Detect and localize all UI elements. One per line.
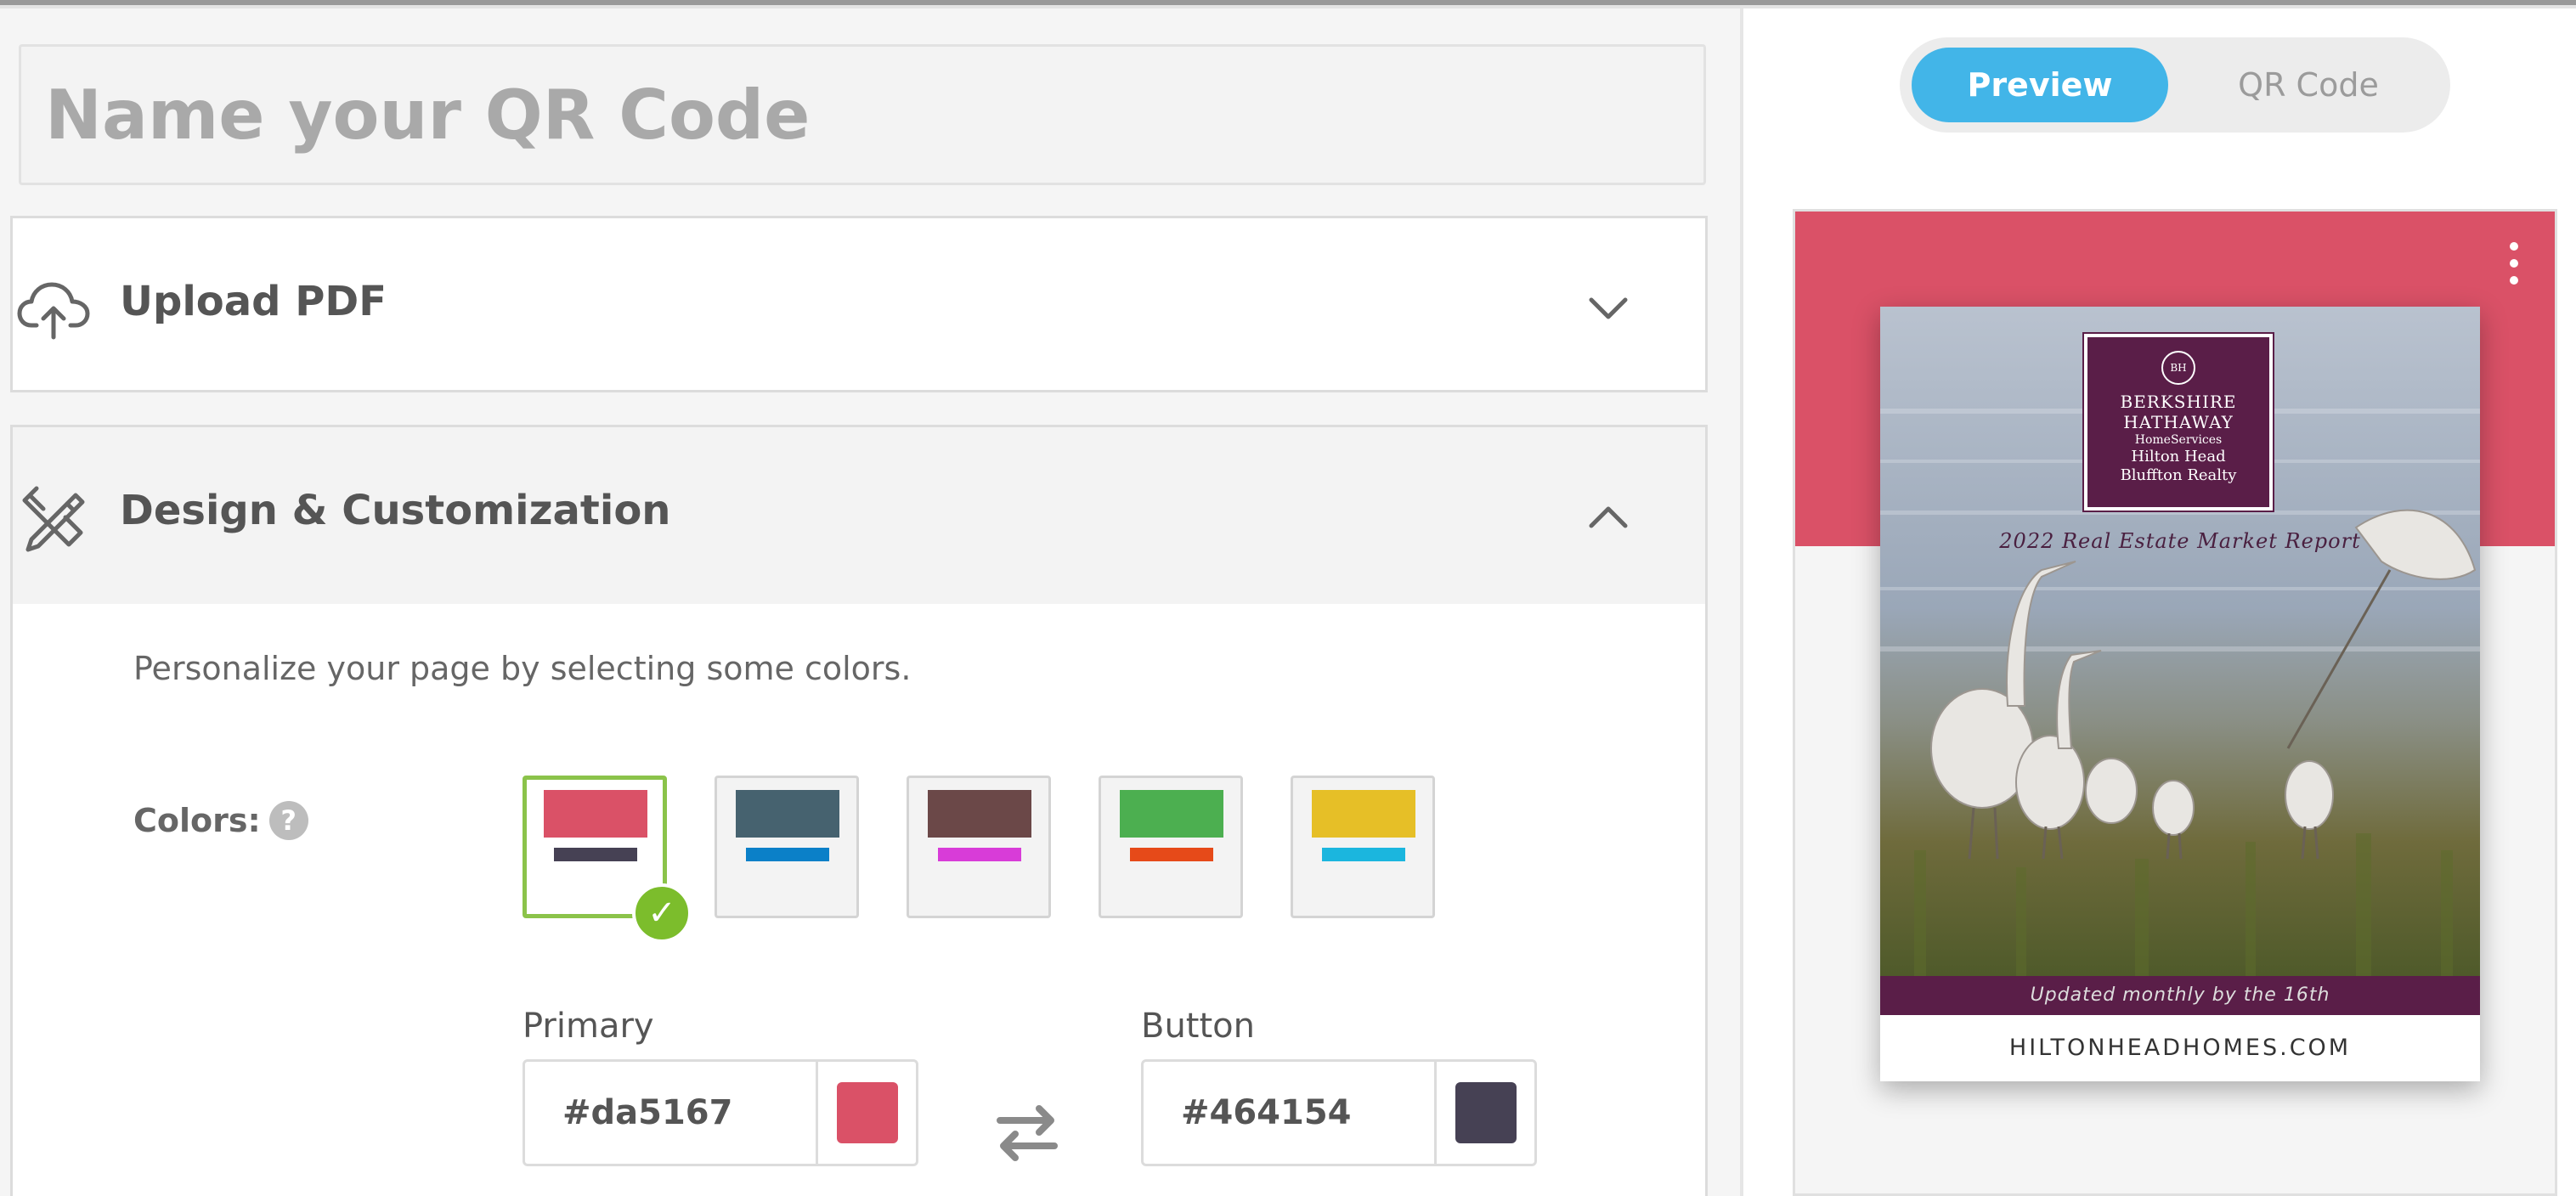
design-customization-header[interactable]: Design & Customization [13, 427, 1705, 604]
upload-pdf-title: Upload PDF [120, 278, 387, 325]
palette-primary-swatch [928, 790, 1031, 838]
cloud-upload-icon [17, 282, 90, 340]
primary-color-label: Primary [523, 1007, 654, 1046]
upload-pdf-header[interactable]: Upload PDF [13, 218, 1705, 395]
pdf-cover-photo: BH BERKSHIRE HATHAWAY HomeServices Hilto… [1880, 307, 2480, 976]
mobile-preview: BH BERKSHIRE HATHAWAY HomeServices Hilto… [1793, 209, 2557, 1196]
preview-panel: Preview QR Code BH BERKSHIRE HATHAWAY Ho… [1743, 8, 2576, 1196]
colors-label-text: Colors: [133, 802, 261, 839]
preview-toggle: Preview QR Code [1900, 37, 2450, 133]
brand-logo: BH BERKSHIRE HATHAWAY HomeServices Hilto… [2082, 332, 2274, 512]
editor-panel: Upload PDF Design & Customization Person… [0, 8, 1742, 1196]
color-palette-1[interactable]: ✓ [523, 776, 692, 943]
primary-hex-input[interactable] [525, 1062, 816, 1164]
design-tools-icon [22, 486, 85, 552]
more-options-icon[interactable] [2507, 242, 2521, 285]
primary-color-field[interactable] [523, 1059, 918, 1166]
help-icon[interactable]: ? [268, 801, 308, 840]
qr-name-input[interactable] [21, 47, 1703, 183]
button-color-chip [1455, 1082, 1517, 1143]
chevron-down-icon[interactable] [1585, 285, 1632, 332]
logo-line-4: Hilton Head [2131, 448, 2226, 465]
logo-line-1: BERKSHIRE [2120, 392, 2237, 412]
button-color-field[interactable] [1141, 1059, 1537, 1166]
palette-button-swatch [746, 848, 829, 861]
design-help-text: Personalize your page by selecting some … [133, 650, 912, 687]
qr-name-field[interactable] [19, 44, 1706, 185]
palette-button-swatch [938, 848, 1021, 861]
logo-line-3: HomeServices [2134, 433, 2223, 447]
upload-pdf-section: Upload PDF [10, 216, 1708, 392]
primary-color-chip [836, 1082, 898, 1143]
pdf-subtitle: 2022 Real Estate Market Report [1999, 529, 2361, 553]
button-hex-input[interactable] [1144, 1062, 1434, 1164]
design-customization-section: Design & Customization Personalize your … [10, 425, 1708, 1196]
palette-button-swatch [1322, 848, 1405, 861]
selected-check-icon: ✓ [632, 883, 692, 943]
button-color-label: Button [1141, 1007, 1255, 1046]
design-customization-title: Design & Customization [120, 487, 671, 534]
palette-primary-swatch [736, 790, 839, 838]
chevron-up-icon[interactable] [1585, 494, 1632, 541]
primary-color-picker[interactable] [816, 1062, 916, 1164]
preview-tab[interactable]: Preview [1912, 48, 2168, 122]
palette-button-swatch [1130, 848, 1213, 861]
palette-primary-swatch [544, 790, 647, 838]
swap-colors-icon[interactable] [988, 1093, 1066, 1171]
colors-label: Colors: ? [133, 801, 308, 840]
palette-button-swatch [554, 848, 637, 861]
button-color-picker[interactable] [1434, 1062, 1534, 1164]
pdf-preview[interactable]: BH BERKSHIRE HATHAWAY HomeServices Hilto… [1880, 307, 2480, 1081]
logo-line-2: HATHAWAY [2123, 412, 2234, 432]
window-top-border [0, 0, 2576, 8]
pdf-footer-url: HILTONHEADHOMES.COM [2008, 1035, 2352, 1061]
logo-line-5: Bluffton Realty [2120, 466, 2237, 484]
palette-primary-swatch [1312, 790, 1415, 838]
color-palette-2[interactable] [715, 776, 859, 918]
color-palette-5[interactable] [1291, 776, 1435, 918]
pdf-update-band: Updated monthly by the 16th [1880, 976, 2480, 1015]
qr-code-tab[interactable]: QR Code [2180, 48, 2437, 122]
palette-primary-swatch [1120, 790, 1223, 838]
color-palette-4[interactable] [1099, 776, 1243, 918]
color-palette-3[interactable] [907, 776, 1051, 918]
